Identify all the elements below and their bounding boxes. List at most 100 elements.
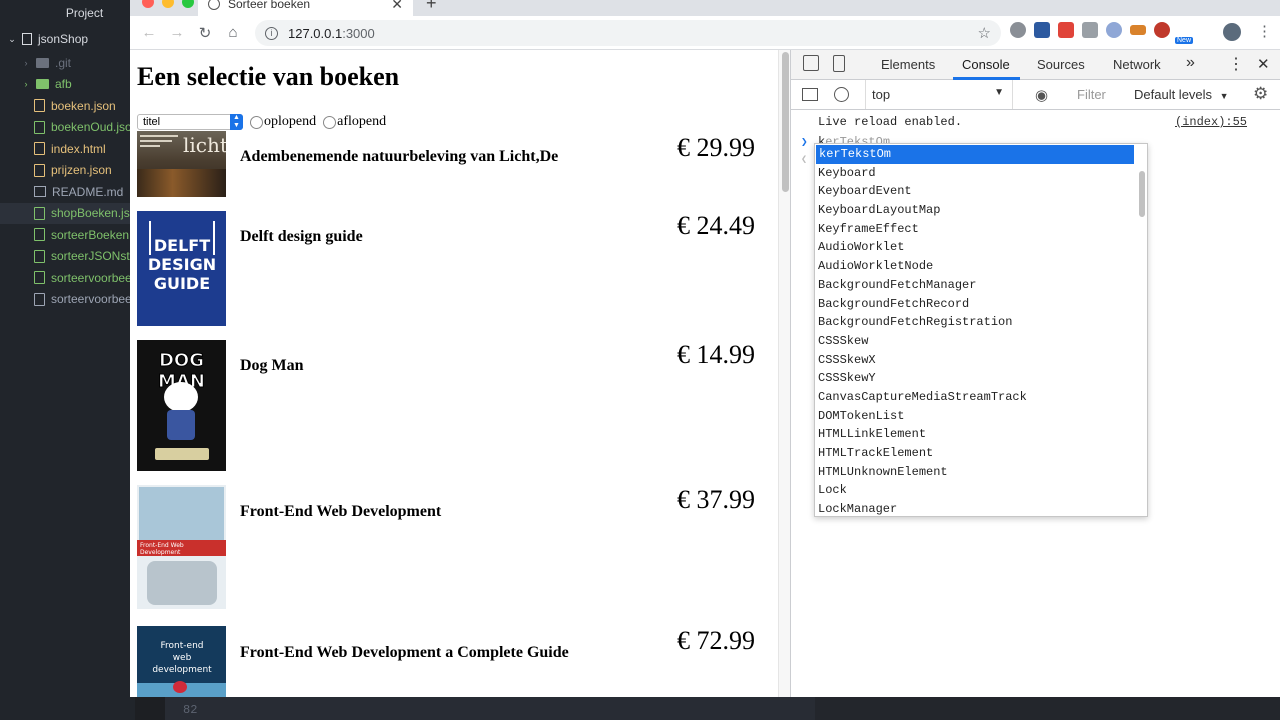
browser-menu-icon[interactable]: ⋮: [1257, 22, 1272, 40]
autocomplete-dropdown: kerTekstOm Keyboard KeyboardEvent KeyboardL…: [814, 143, 1148, 517]
autocomplete-item[interactable]: HTMLTrackElement: [815, 444, 1147, 463]
file-tree-item[interactable]: sorteerJSONstring.js: [0, 246, 135, 268]
close-devtools-icon[interactable]: ✕: [1257, 55, 1270, 73]
new-tab-button[interactable]: +: [426, 0, 437, 14]
sort-field-select[interactable]: titel ▲ ▼: [137, 114, 243, 130]
project-root[interactable]: ⌄ jsonShop: [0, 26, 135, 52]
autocomplete-item[interactable]: BackgroundFetchRegistration: [815, 313, 1147, 332]
browser-tab[interactable]: Sorteer boeken ✕: [198, 0, 413, 16]
console-filter-input[interactable]: Filter: [1077, 87, 1106, 102]
autocomplete-item[interactable]: Keyboard: [815, 164, 1147, 183]
file-tree-item[interactable]: › .git: [0, 52, 135, 74]
autocomplete-item[interactable]: KeyboardEvent: [815, 182, 1147, 201]
file-tree-item[interactable]: sorteerBoeken.js: [0, 224, 135, 246]
file-tree-item[interactable]: sorteervoorbeeld.js: [0, 267, 135, 289]
bookmark-star-icon[interactable]: ☆: [978, 24, 991, 42]
profile-avatar[interactable]: [1223, 23, 1241, 41]
tab-elements[interactable]: Elements: [881, 57, 935, 72]
page-scrollbar[interactable]: [778, 50, 790, 697]
autocomplete-item[interactable]: CSSSkewX: [815, 351, 1147, 370]
live-expression-eye-icon[interactable]: ◉: [1035, 86, 1048, 104]
autocomplete-item[interactable]: AudioWorkletNode: [815, 257, 1147, 276]
tab-console[interactable]: Console: [962, 57, 1010, 72]
tab-network[interactable]: Network: [1113, 57, 1161, 72]
device-toolbar-icon[interactable]: [833, 55, 845, 72]
autocomplete-item[interactable]: CSSSkew: [815, 332, 1147, 351]
page-scrollbar-thumb[interactable]: [782, 52, 789, 192]
url-port: :3000: [342, 25, 375, 41]
info-icon[interactable]: i: [265, 26, 278, 40]
file-tree-item-label: README.md: [52, 184, 124, 199]
autocomplete-item[interactable]: CSSSkewY: [815, 369, 1147, 388]
tab-title: Sorteer boeken: [228, 0, 311, 11]
console-log-source-link[interactable]: (index):55: [1175, 115, 1247, 129]
file-tree-item[interactable]: shopBoeken.js: [0, 202, 135, 224]
book-title: Front-End Web Development a Complete Gui…: [240, 644, 569, 661]
file-tree-item[interactable]: index.html: [0, 138, 135, 160]
file-icon: [34, 186, 46, 198]
inspect-element-icon[interactable]: [803, 55, 819, 71]
file-tree-item[interactable]: boeken.json: [0, 95, 135, 117]
autocomplete-item[interactable]: AudioWorklet: [815, 238, 1147, 257]
file-tree-item-label: sorteervoorbeeld2.js: [51, 292, 135, 307]
forward-button[interactable]: →: [163, 24, 191, 41]
zoom-window-button[interactable]: [182, 0, 194, 8]
reload-button[interactable]: ↻: [191, 24, 219, 42]
context-select[interactable]: top ▼: [865, 80, 1013, 109]
more-tabs-icon[interactable]: »: [1186, 54, 1195, 72]
extension-info-icon[interactable]: [1106, 22, 1122, 38]
editor-status-area: [815, 697, 1280, 720]
book-title: Dog Man: [240, 357, 304, 374]
log-levels-select[interactable]: Default levels ▼: [1134, 87, 1229, 102]
home-button[interactable]: ⌂: [219, 24, 247, 41]
extension-camera-icon[interactable]: [1082, 22, 1098, 38]
file-tree-item-label: shopBoeken.js: [51, 206, 130, 221]
extension-puzzle-icon[interactable]: [1034, 22, 1050, 38]
descending-radio[interactable]: [323, 115, 337, 129]
close-tab-icon[interactable]: ✕: [391, 0, 403, 13]
file-tree-item[interactable]: sorteervoorbeeld2.js: [0, 289, 135, 311]
chevron-right-icon: ›: [24, 57, 28, 68]
autocomplete-item[interactable]: DOMTokenList: [815, 407, 1147, 426]
console-settings-gear-icon[interactable]: ⚙: [1253, 84, 1268, 104]
autocomplete-item[interactable]: KeyboardLayoutMap: [815, 201, 1147, 220]
autocomplete-item[interactable]: HTMLLinkElement: [815, 425, 1147, 444]
back-button[interactable]: ←: [135, 24, 163, 41]
file-tree-item[interactable]: boekenOud.json: [0, 117, 135, 139]
extension-color-icon[interactable]: [1154, 22, 1170, 38]
minimize-window-button[interactable]: [162, 0, 174, 8]
autocomplete-item[interactable]: BackgroundFetchRecord: [815, 295, 1147, 314]
extension-gear-icon[interactable]: [1010, 22, 1026, 38]
autocomplete-item[interactable]: Lock: [815, 481, 1147, 500]
autocomplete-item[interactable]: BackgroundFetchManager: [815, 276, 1147, 295]
file-tree-item[interactable]: › afb: [0, 74, 135, 96]
file-icon: [34, 292, 45, 306]
autocomplete-item[interactable]: LockManager: [815, 500, 1147, 516]
autocomplete-item[interactable]: KeyframeEffect: [815, 220, 1147, 239]
ascending-label: oplopend: [264, 114, 317, 129]
clear-console-icon[interactable]: [834, 87, 849, 102]
book-cover-text: licht: [183, 133, 226, 157]
dropdown-arrow-icon: ▼: [1219, 91, 1229, 101]
file-tree-item[interactable]: README.md: [0, 181, 135, 203]
address-bar[interactable]: i 127.0.0.1:3000 ☆: [255, 20, 1001, 46]
sidebar-toggle-icon[interactable]: [802, 88, 818, 101]
file-tree-item-label: prijzen.json: [51, 163, 112, 178]
select-arrows-icon: ▲ ▼: [230, 114, 243, 130]
devtools-menu-icon[interactable]: ⋮: [1228, 54, 1244, 74]
autocomplete-item[interactable]: kerTekstOm: [816, 145, 1134, 164]
editor-project-panel: Project ⌄ jsonShop › .git › afb boeken.json b…: [0, 0, 135, 720]
autocomplete-item[interactable]: CanvasCaptureMediaStreamTrack: [815, 388, 1147, 407]
file-tree-item-label: index.html: [51, 141, 106, 156]
extension-xml-icon[interactable]: [1130, 25, 1146, 35]
file-icon: [34, 163, 45, 177]
file-tree-item-label: boekenOud.json: [51, 120, 135, 135]
tab-sources[interactable]: Sources: [1037, 57, 1085, 72]
autocomplete-scrollbar[interactable]: [1139, 171, 1145, 217]
autocomplete-item[interactable]: HTMLUnknownElement: [815, 463, 1147, 482]
file-tree-item[interactable]: prijzen.json: [0, 160, 135, 182]
sort-controls: titel ▲ ▼ oplopend aflopend: [137, 114, 386, 130]
close-window-button[interactable]: [142, 0, 154, 8]
ascending-radio[interactable]: [250, 115, 263, 129]
extension-plus-icon[interactable]: [1058, 22, 1074, 38]
